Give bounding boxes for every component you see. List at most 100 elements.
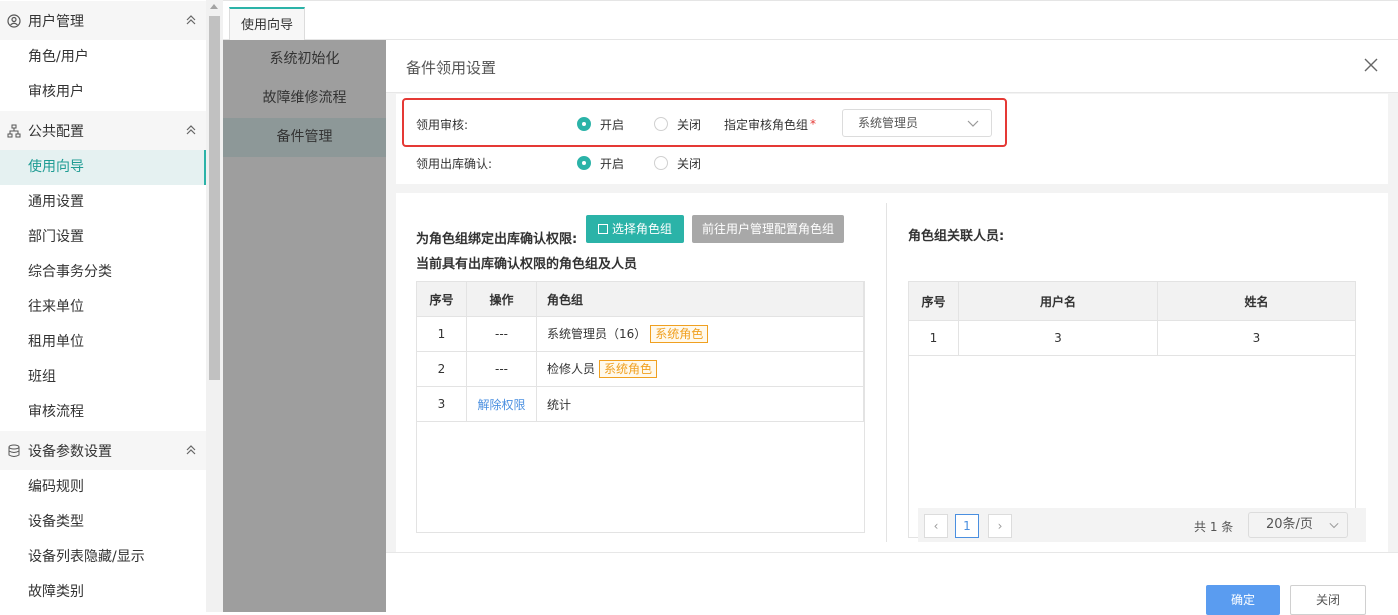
subnav-item-repair-flow[interactable]: 故障维修流程 (223, 79, 386, 118)
role-table-container: 序号 操作 角色组 1 --- 系统管理员（16） 系统角色 2 --- 检修人员… (416, 281, 865, 533)
revoke-permission-link[interactable]: 解除权限 (466, 386, 537, 422)
next-page-button[interactable]: › (988, 514, 1012, 538)
subnav-item-spare-parts[interactable]: 备件管理 (223, 118, 386, 157)
close-button[interactable]: 关闭 (1290, 585, 1366, 615)
role-name: 统计 (547, 397, 572, 412)
users-table-container: 序号 用户名 姓名 1 3 3 (908, 281, 1356, 538)
total-count: 共 1 条 (1194, 520, 1234, 534)
row-name: 3 (1157, 320, 1356, 356)
confirm-off-label[interactable]: 关闭 (677, 155, 701, 172)
row-no: 2 (416, 351, 467, 387)
dialog-header: 备件领用设置 (386, 40, 1398, 93)
page-size-value: 20条/页 (1266, 517, 1313, 532)
hierarchy-icon (6, 123, 22, 139)
row-role: 检修人员 系统角色 (536, 351, 864, 387)
approval-row: 领用审核: 开启 关闭 指定审核角色组 * (416, 114, 816, 134)
sidebar-group-label: 公共配置 (28, 123, 84, 140)
select-role-group-button[interactable]: 选择角色组 (586, 215, 685, 243)
role-name: 检修人员 (547, 362, 596, 376)
confirm-off-radio[interactable] (654, 156, 668, 170)
pagination: ‹ 1 › 共 1 条 20条/页 (918, 508, 1366, 542)
prev-page-button[interactable]: ‹ (924, 514, 948, 538)
table-row: 1 --- 系统管理员（16） 系统角色 (416, 316, 864, 352)
sidebar-item-device-list-visibility[interactable]: 设备列表隐藏/显示 (0, 540, 206, 575)
table-row: 3 解除权限 统计 (416, 386, 864, 422)
sub-navigation: 系统初始化 故障维修流程 备件管理 (223, 40, 386, 612)
goto-user-management-button[interactable]: 前往用户管理配置角色组 (692, 215, 845, 243)
row-op: --- (466, 316, 537, 352)
table-row: 2 --- 检修人员 系统角色 (416, 351, 864, 387)
chevron-up-icon (186, 15, 196, 25)
sidebar-item-code-rules[interactable]: 编码规则 (0, 470, 206, 505)
sidebar-group-user-management[interactable]: 用户管理 (0, 1, 206, 40)
sidebar-item-review-users[interactable]: 审核用户 (0, 75, 206, 110)
required-mark: * (810, 117, 817, 131)
row-no: 1 (416, 316, 467, 352)
row-op: --- (466, 351, 537, 387)
sidebar-item-usage-guide[interactable]: 使用向导 (0, 150, 206, 185)
sidebar-item-device-types[interactable]: 设备类型 (0, 505, 206, 540)
chevron-up-icon (186, 125, 196, 135)
confirm-label: 领用出库确认: (416, 156, 493, 171)
sidebar-item-review-flow[interactable]: 审核流程 (0, 395, 206, 430)
main-area: 使用向导 系统初始化 故障维修流程 备件管理 备件领用设置 领用审核: 开启 关… (223, 0, 1398, 615)
sidebar-group-label: 设备参数设置 (28, 443, 112, 460)
sidebar-group-public-config[interactable]: 公共配置 (0, 111, 206, 150)
sidebar-item-partners[interactable]: 往来单位 (0, 290, 206, 325)
row-role: 统计 (536, 386, 864, 422)
vertical-divider (886, 203, 887, 542)
sidebar-group-label: 用户管理 (28, 13, 84, 30)
role-group-label: 指定审核角色组 (724, 117, 809, 132)
role-group-select-value: 系统管理员 (858, 116, 919, 130)
approval-label: 领用审核: (416, 117, 469, 132)
confirm-on-radio[interactable] (577, 156, 591, 170)
sidebar-group-device-params[interactable]: 设备参数设置 (0, 431, 206, 470)
role-group-select[interactable]: 系统管理员 (842, 109, 992, 137)
subnav-item-system-init[interactable]: 系统初始化 (223, 40, 386, 79)
linked-users-title: 角色组关联人员: (908, 229, 1005, 244)
table-row: 1 3 3 (908, 320, 1356, 356)
tab-usage-guide[interactable]: 使用向导 (229, 7, 306, 41)
role-table: 序号 操作 角色组 1 --- 系统管理员（16） 系统角色 2 --- 检修人员… (416, 281, 864, 422)
sidebar-scrollbar[interactable] (206, 0, 223, 612)
database-icon (6, 443, 22, 459)
col-header-no: 序号 (416, 281, 467, 317)
dialog-footer: 确定 关闭 (386, 552, 1398, 615)
approval-on-label[interactable]: 开启 (600, 116, 654, 133)
settings-section: 领用审核: 开启 关闭 指定审核角色组 * 系统管理员 领用出库确认: 开启 关… (396, 94, 1388, 184)
close-icon[interactable] (1364, 58, 1378, 72)
sidebar-item-affair-categories[interactable]: 综合事务分类 (0, 255, 206, 290)
system-role-tag: 系统角色 (650, 325, 709, 343)
tab-bar: 使用向导 (223, 0, 1398, 41)
role-name: 系统管理员（16） (547, 327, 647, 341)
approval-off-label[interactable]: 关闭 (677, 116, 724, 133)
sidebar-item-general-settings[interactable]: 通用设置 (0, 185, 206, 220)
col-header-username: 用户名 (958, 281, 1158, 321)
col-header-op: 操作 (466, 281, 537, 317)
sidebar-item-fault-categories[interactable]: 故障类别 (0, 575, 206, 610)
page-number-button[interactable]: 1 (955, 514, 979, 538)
page-size-select[interactable]: 20条/页 (1248, 512, 1348, 538)
approval-on-radio[interactable] (577, 117, 591, 131)
chevron-down-icon (1329, 522, 1339, 529)
users-table: 序号 用户名 姓名 1 3 3 (908, 281, 1356, 356)
confirm-button[interactable]: 确定 (1206, 585, 1280, 615)
col-header-name: 姓名 (1157, 281, 1356, 321)
bind-permission-label: 为角色组绑定出库确认权限: (416, 232, 578, 247)
sidebar-item-rental-units[interactable]: 租用单位 (0, 325, 206, 360)
sidebar-item-teams[interactable]: 班组 (0, 360, 206, 395)
col-header-role: 角色组 (536, 281, 864, 317)
permission-subtitle: 当前具有出库确认权限的角色组及人员 (416, 257, 638, 272)
sidebar-item-department-settings[interactable]: 部门设置 (0, 220, 206, 255)
dialog-title: 备件领用设置 (406, 59, 497, 77)
approval-off-radio[interactable] (654, 117, 668, 131)
sidebar-item-roles-users[interactable]: 角色/用户 (0, 40, 206, 75)
chevron-down-icon (967, 120, 979, 127)
select-role-group-label: 选择角色组 (612, 222, 673, 236)
confirm-row: 领用出库确认: 开启 关闭 (416, 153, 701, 173)
scrollbar-thumb[interactable] (209, 16, 220, 380)
scroll-up-arrow-icon[interactable] (210, 4, 218, 9)
row-username: 3 (958, 320, 1158, 356)
row-no: 1 (908, 320, 959, 356)
confirm-on-label[interactable]: 开启 (600, 155, 654, 172)
